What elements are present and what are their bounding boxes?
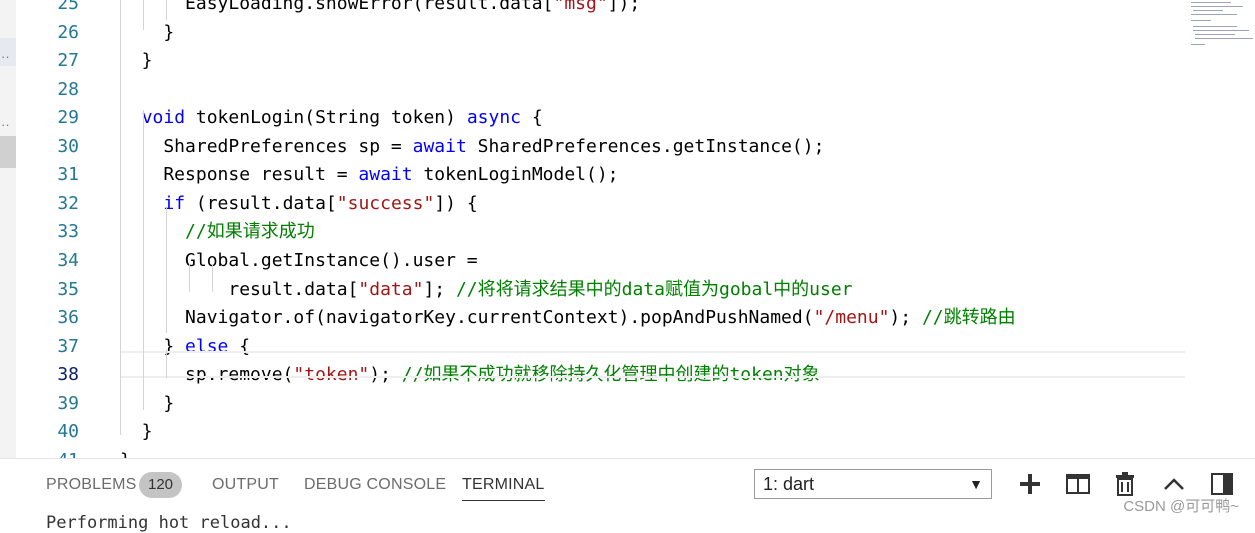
line-number: 33 bbox=[57, 221, 79, 243]
watermark: CSDN @可可鸭~ bbox=[1123, 498, 1239, 515]
activity-active-item[interactable] bbox=[0, 136, 16, 168]
line-number: 29 bbox=[57, 107, 79, 129]
line-number: 25 bbox=[57, 0, 79, 14]
line-number: 36 bbox=[57, 307, 79, 329]
indent-guide bbox=[189, 264, 190, 292]
line-number: 37 bbox=[57, 335, 79, 357]
indent-guide bbox=[212, 264, 213, 292]
maximize-icon[interactable] bbox=[1209, 471, 1235, 497]
line-number: 38 bbox=[57, 364, 79, 386]
code-line[interactable]: result.data["data"]; //将将请求结果中的data赋值为go… bbox=[120, 276, 852, 304]
current-line-highlight bbox=[120, 351, 1185, 378]
code-line[interactable]: Navigator.of(navigatorKey.currentContext… bbox=[120, 304, 1016, 332]
tab-debug-console[interactable]: DEBUG CONSOLE bbox=[304, 476, 446, 494]
more-dots-icon[interactable]: ·· bbox=[1, 50, 10, 63]
code-line[interactable]: } bbox=[120, 390, 174, 418]
line-number: 28 bbox=[57, 78, 79, 100]
code-line[interactable]: //如果请求成功 bbox=[120, 218, 315, 246]
tab-problems[interactable]: PROBLEMS bbox=[46, 476, 137, 494]
code-editor[interactable]: 25 26 27 28 29 30 31 32 33 34 35 36 37 38 39 40 41 EasyL… bbox=[16, 0, 1255, 458]
line-number: 27 bbox=[57, 50, 79, 72]
line-number: 41 bbox=[16, 447, 79, 458]
bottom-panel: PROBLEMS 120 OUTPUT DEBUG CONSOLE TERMIN… bbox=[0, 458, 1255, 533]
line-number: 40 bbox=[57, 421, 79, 443]
chevron-down-icon: ▼ bbox=[969, 476, 983, 492]
code-line[interactable]: void tokenLogin(String token) async { bbox=[120, 104, 543, 132]
trash-icon[interactable] bbox=[1112, 471, 1138, 497]
line-number: 32 bbox=[57, 192, 79, 214]
tab-output[interactable]: OUTPUT bbox=[212, 476, 279, 494]
code-line[interactable]: EasyLoading.showError(result.data["msg"]… bbox=[120, 0, 640, 18]
minimap[interactable] bbox=[1187, 0, 1255, 50]
code-line[interactable]: SharedPreferences sp = await SharedPrefe… bbox=[120, 133, 824, 161]
code-line[interactable]: Global.getInstance().user = bbox=[120, 247, 478, 275]
terminal-select[interactable]: 1: dart ▼ bbox=[754, 469, 992, 499]
code-line[interactable]: } bbox=[120, 447, 131, 458]
indent-guide bbox=[166, 208, 167, 333]
plus-icon[interactable] bbox=[1017, 471, 1043, 497]
code-line[interactable]: } bbox=[120, 418, 153, 446]
code-line[interactable]: } bbox=[120, 19, 174, 47]
terminal-output: Performing hot reload... bbox=[46, 513, 292, 533]
activity-bar: ·· ·· bbox=[0, 0, 16, 458]
code-line[interactable]: } bbox=[120, 47, 153, 75]
terminal-select-value: 1: dart bbox=[763, 474, 815, 494]
line-number: 35 bbox=[57, 278, 79, 300]
code-line[interactable]: if (result.data["success"]) { bbox=[120, 190, 477, 218]
more-dots-icon[interactable]: ·· bbox=[1, 118, 10, 131]
line-number: 30 bbox=[57, 135, 79, 157]
indent-guide bbox=[166, 350, 167, 378]
code-line[interactable]: Response result = await tokenLoginModel(… bbox=[120, 161, 618, 189]
tab-terminal[interactable]: TERMINAL bbox=[462, 476, 545, 501]
line-number: 26 bbox=[57, 21, 79, 43]
indent-guide bbox=[143, 110, 144, 410]
indent-guide bbox=[166, 0, 167, 20]
line-number: 34 bbox=[57, 249, 79, 271]
line-number: 31 bbox=[57, 164, 79, 186]
split-icon[interactable] bbox=[1065, 471, 1091, 497]
indent-guide bbox=[120, 0, 121, 435]
problems-count-badge: 120 bbox=[139, 472, 182, 498]
chevron-up-icon[interactable] bbox=[1161, 471, 1187, 497]
line-number: 39 bbox=[57, 392, 79, 414]
indent-guide bbox=[143, 0, 144, 30]
